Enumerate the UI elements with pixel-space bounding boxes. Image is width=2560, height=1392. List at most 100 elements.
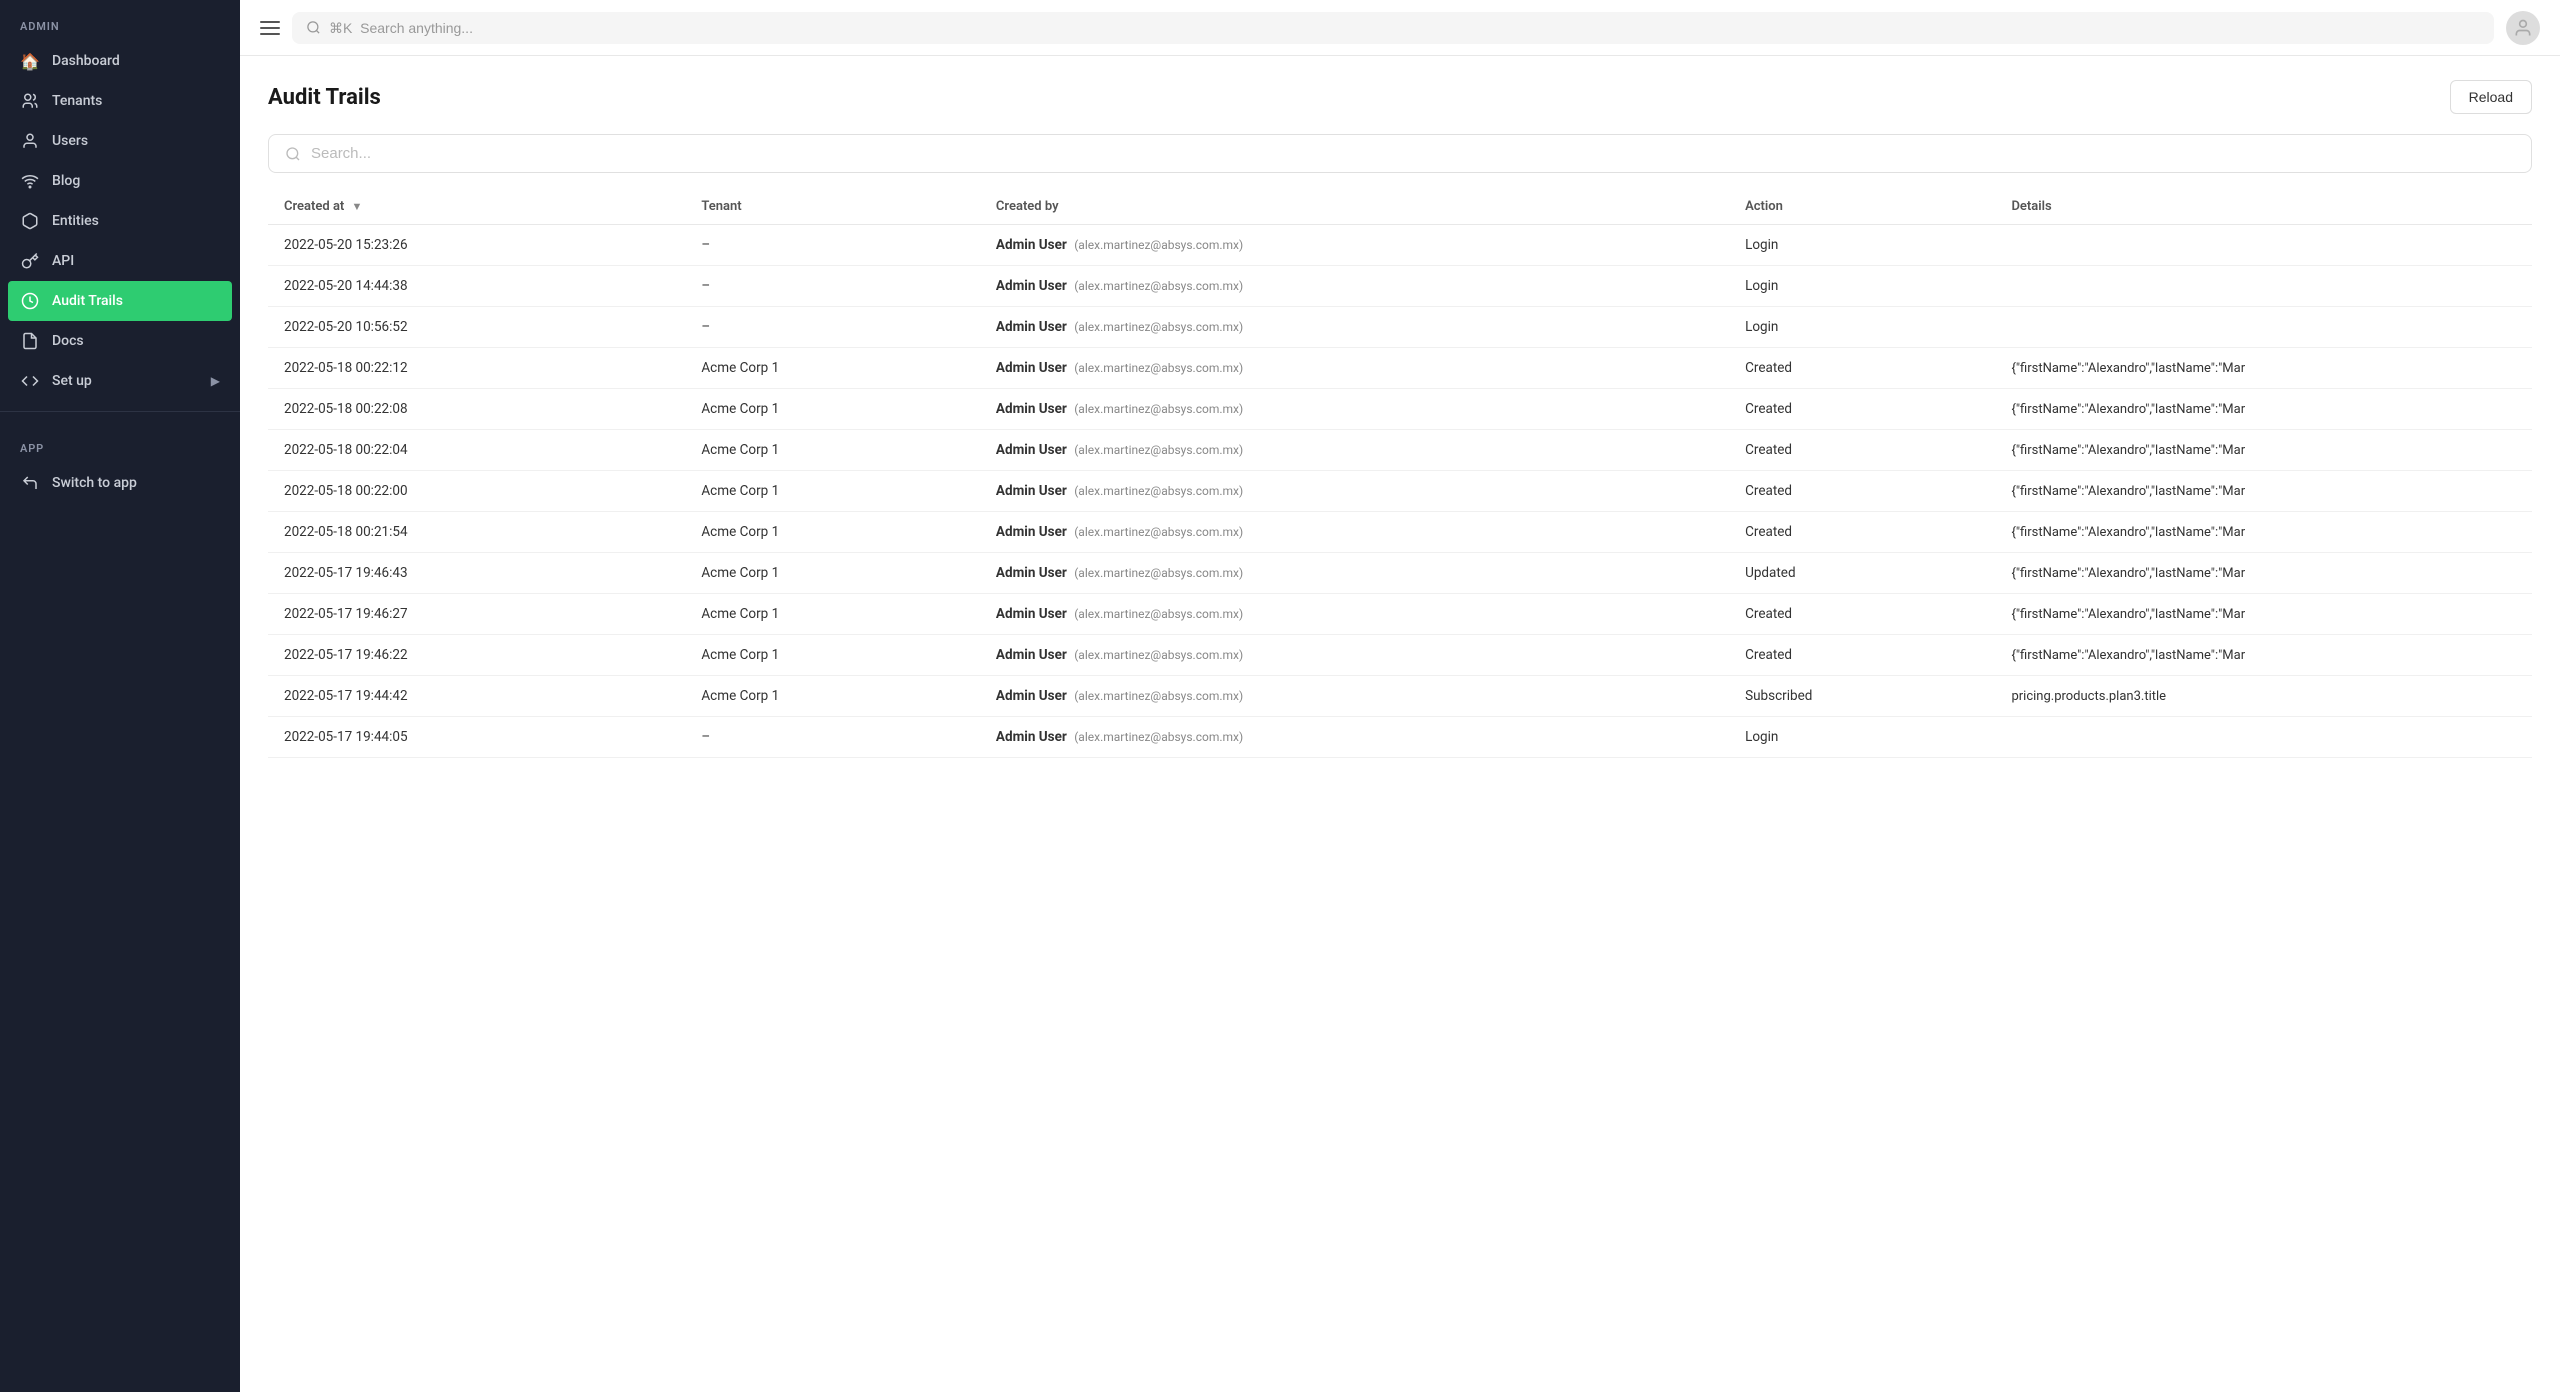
sidebar-item-label: API: [52, 253, 74, 269]
cell-created-at: 2022-05-20 15:23:26: [268, 225, 685, 266]
cell-created-by: Admin User (alex.martinez@absys.com.mx): [980, 307, 1729, 348]
cell-details: {"firstName":"Alexandro","lastName":"Mar: [1995, 471, 2532, 512]
cell-created-by: Admin User (alex.martinez@absys.com.mx): [980, 676, 1729, 717]
sidebar-item-label: Users: [52, 133, 88, 149]
cell-details: {"firstName":"Alexandro","lastName":"Mar: [1995, 635, 2532, 676]
cell-action: Login: [1729, 307, 1995, 348]
search-bar[interactable]: [268, 134, 2532, 173]
sidebar-item-label: Docs: [52, 333, 84, 349]
cell-action: Created: [1729, 594, 1995, 635]
cell-tenant: Acme Corp 1: [685, 594, 980, 635]
table-row[interactable]: 2022-05-18 00:22:04 Acme Corp 1 Admin Us…: [268, 430, 2532, 471]
page-title: Audit Trails: [268, 85, 381, 110]
table-row[interactable]: 2022-05-18 00:22:00 Acme Corp 1 Admin Us…: [268, 471, 2532, 512]
table-row[interactable]: 2022-05-20 10:56:52 – Admin User (alex.m…: [268, 307, 2532, 348]
sidebar-item-blog[interactable]: Blog: [0, 161, 240, 201]
cell-created-by: Admin User (alex.martinez@absys.com.mx): [980, 225, 1729, 266]
blog-icon: [20, 171, 40, 191]
cell-action: Created: [1729, 512, 1995, 553]
menu-toggle-button[interactable]: [260, 21, 280, 35]
cell-tenant: Acme Corp 1: [685, 512, 980, 553]
cell-details: {"firstName":"Alexandro","lastName":"Mar: [1995, 389, 2532, 430]
col-created-at[interactable]: Created at ▼: [268, 189, 685, 225]
cell-details: {"firstName":"Alexandro","lastName":"Mar: [1995, 594, 2532, 635]
cell-details: {"firstName":"Alexandro","lastName":"Mar: [1995, 512, 2532, 553]
table-row[interactable]: 2022-05-20 14:44:38 – Admin User (alex.m…: [268, 266, 2532, 307]
cell-details: {"firstName":"Alexandro","lastName":"Mar: [1995, 430, 2532, 471]
audit-trails-icon: [20, 291, 40, 311]
tenants-icon: [20, 91, 40, 111]
cell-created-by: Admin User (alex.martinez@absys.com.mx): [980, 348, 1729, 389]
cell-created-by: Admin User (alex.martinez@absys.com.mx): [980, 266, 1729, 307]
table-row[interactable]: 2022-05-17 19:44:42 Acme Corp 1 Admin Us…: [268, 676, 2532, 717]
cell-created-at: 2022-05-18 00:22:04: [268, 430, 685, 471]
cell-details: [1995, 225, 2532, 266]
cell-details: pricing.products.plan3.title: [1995, 676, 2532, 717]
cell-created-at: 2022-05-17 19:44:05: [268, 717, 685, 758]
topbar-search-input[interactable]: [329, 20, 2480, 36]
cell-created-at: 2022-05-18 00:21:54: [268, 512, 685, 553]
table-row[interactable]: 2022-05-18 00:22:12 Acme Corp 1 Admin Us…: [268, 348, 2532, 389]
search-icon: [285, 146, 301, 162]
user-avatar[interactable]: [2506, 11, 2540, 45]
cell-details: [1995, 266, 2532, 307]
users-icon: [20, 131, 40, 151]
topbar: [240, 0, 2560, 56]
sidebar-item-label: Entities: [52, 213, 99, 229]
cell-created-by: Admin User (alex.martinez@absys.com.mx): [980, 594, 1729, 635]
topbar-search-container[interactable]: [292, 12, 2494, 44]
cell-tenant: –: [685, 307, 980, 348]
cell-created-at: 2022-05-18 00:22:00: [268, 471, 685, 512]
sidebar-item-label: Switch to app: [52, 475, 137, 491]
cell-action: Updated: [1729, 553, 1995, 594]
table-body: 2022-05-20 15:23:26 – Admin User (alex.m…: [268, 225, 2532, 758]
table-row[interactable]: 2022-05-17 19:46:43 Acme Corp 1 Admin Us…: [268, 553, 2532, 594]
cell-tenant: –: [685, 266, 980, 307]
table-row[interactable]: 2022-05-17 19:44:05 – Admin User (alex.m…: [268, 717, 2532, 758]
cell-action: Login: [1729, 225, 1995, 266]
cell-created-at: 2022-05-17 19:46:27: [268, 594, 685, 635]
cell-created-at: 2022-05-17 19:44:42: [268, 676, 685, 717]
sidebar-item-api[interactable]: API: [0, 241, 240, 281]
page-header: Audit Trails Reload: [268, 80, 2532, 114]
table-row[interactable]: 2022-05-18 00:22:08 Acme Corp 1 Admin Us…: [268, 389, 2532, 430]
cell-tenant: Acme Corp 1: [685, 430, 980, 471]
col-tenant: Tenant: [685, 189, 980, 225]
table-row[interactable]: 2022-05-17 19:46:27 Acme Corp 1 Admin Us…: [268, 594, 2532, 635]
table-row[interactable]: 2022-05-20 15:23:26 – Admin User (alex.m…: [268, 225, 2532, 266]
cell-details: {"firstName":"Alexandro","lastName":"Mar: [1995, 553, 2532, 594]
reload-button[interactable]: Reload: [2450, 80, 2532, 114]
cell-details: {"firstName":"Alexandro","lastName":"Mar: [1995, 348, 2532, 389]
table-row[interactable]: 2022-05-17 19:46:22 Acme Corp 1 Admin Us…: [268, 635, 2532, 676]
topbar-search-icon: [306, 20, 321, 35]
content-area: Audit Trails Reload Created at ▼ Tenant: [240, 56, 2560, 1392]
api-icon: [20, 251, 40, 271]
cell-tenant: Acme Corp 1: [685, 348, 980, 389]
sidebar-item-entities[interactable]: Entities: [0, 201, 240, 241]
cell-created-by: Admin User (alex.martinez@absys.com.mx): [980, 430, 1729, 471]
sidebar-item-label: Tenants: [52, 93, 102, 109]
sidebar: ADMIN 🏠 Dashboard Tenants Users Blog Ent…: [0, 0, 240, 1392]
avatar-icon: [2513, 18, 2533, 38]
table-header: Created at ▼ Tenant Created by Action De…: [268, 189, 2532, 225]
sidebar-item-users[interactable]: Users: [0, 121, 240, 161]
sidebar-item-setup[interactable]: Set up ▶: [0, 361, 240, 401]
sidebar-item-dashboard[interactable]: 🏠 Dashboard: [0, 41, 240, 81]
sidebar-item-audit-trails[interactable]: Audit Trails: [8, 281, 232, 321]
chevron-right-icon: ▶: [211, 374, 220, 388]
cell-details: [1995, 307, 2532, 348]
table-row[interactable]: 2022-05-18 00:21:54 Acme Corp 1 Admin Us…: [268, 512, 2532, 553]
cell-created-at: 2022-05-20 14:44:38: [268, 266, 685, 307]
table-search-input[interactable]: [311, 145, 2515, 162]
setup-icon: [20, 371, 40, 391]
cell-created-by: Admin User (alex.martinez@absys.com.mx): [980, 717, 1729, 758]
sidebar-item-tenants[interactable]: Tenants: [0, 81, 240, 121]
cell-tenant: Acme Corp 1: [685, 635, 980, 676]
sidebar-item-switch-to-app[interactable]: Switch to app: [0, 463, 240, 503]
sort-icon: ▼: [352, 200, 363, 213]
cell-created-by: Admin User (alex.martinez@absys.com.mx): [980, 471, 1729, 512]
cell-created-at: 2022-05-18 00:22:08: [268, 389, 685, 430]
cell-details: [1995, 717, 2532, 758]
home-icon: 🏠: [20, 51, 40, 71]
sidebar-item-docs[interactable]: Docs: [0, 321, 240, 361]
